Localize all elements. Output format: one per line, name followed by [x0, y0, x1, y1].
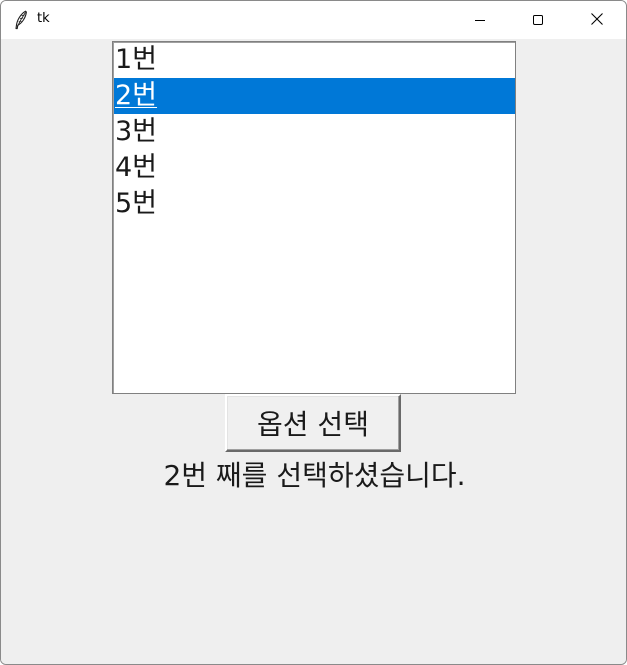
list-item-label: 3번: [115, 116, 158, 147]
list-item[interactable]: 4번: [114, 150, 515, 186]
list-item[interactable]: 3번: [114, 114, 515, 150]
app-window: tk 1번 2번 3번 4번 5번 옵션 선택 2번 째를 선택하셨습니다.: [0, 0, 627, 665]
title-bar[interactable]: tk: [1, 1, 626, 39]
select-option-button[interactable]: 옵션 선택: [225, 394, 401, 452]
list-item-label: 1번: [115, 44, 158, 75]
maximize-icon: [532, 11, 544, 30]
close-button[interactable]: [568, 1, 626, 39]
feather-icon: [13, 10, 29, 30]
minimize-icon: [474, 11, 486, 30]
minimize-button[interactable]: [451, 1, 509, 39]
result-label: 2번 째를 선택하셨습니다.: [163, 459, 466, 492]
list-item-label: 4번: [115, 152, 158, 183]
list-item-label: 2번: [115, 80, 158, 111]
list-item[interactable]: 5번: [114, 186, 515, 222]
close-icon: [590, 11, 604, 30]
window-title: tk: [37, 11, 50, 26]
list-item[interactable]: 1번: [114, 42, 515, 78]
maximize-button[interactable]: [509, 1, 567, 39]
list-item-label: 5번: [115, 188, 158, 219]
window-content: 1번 2번 3번 4번 5번 옵션 선택 2번 째를 선택하셨습니다.: [1, 39, 626, 664]
options-listbox[interactable]: 1번 2번 3번 4번 5번: [112, 41, 516, 394]
list-item-selected[interactable]: 2번: [114, 78, 515, 114]
